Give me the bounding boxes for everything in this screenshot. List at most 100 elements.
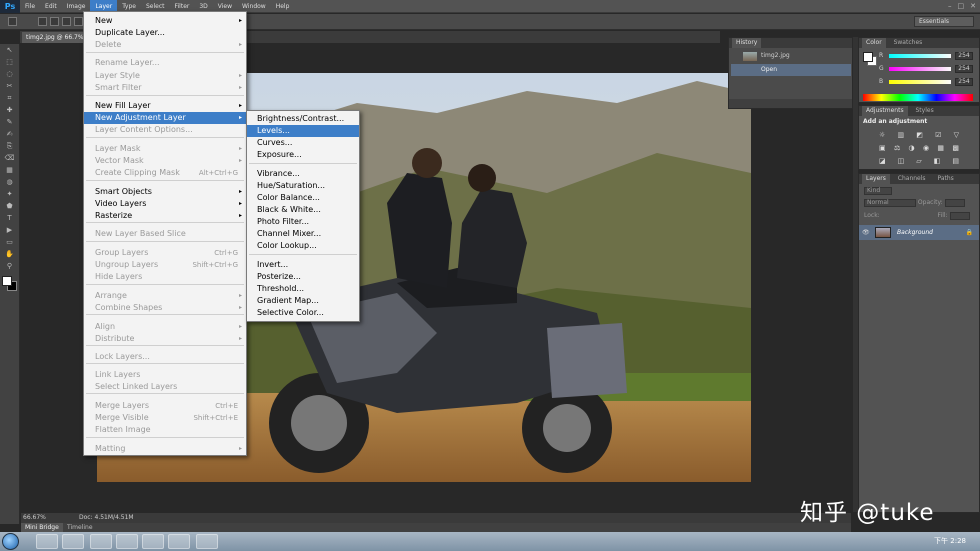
app-icon[interactable] bbox=[196, 534, 218, 549]
tab-channels[interactable]: Channels bbox=[894, 174, 930, 184]
adjustment-item-hue-saturation[interactable]: Hue/Saturation... bbox=[247, 180, 359, 192]
crop-tool-icon[interactable]: ⌗ bbox=[4, 93, 16, 104]
layer-menu-item-smart-objects[interactable]: Smart Objects ▸ bbox=[84, 186, 246, 198]
layer-menu-item-new-adjustment-layer[interactable]: New Adjustment Layer ▸ bbox=[84, 112, 246, 124]
blue-slider[interactable]: B 254 bbox=[879, 78, 979, 86]
channel-mixer-adj-icon[interactable]: ▦ bbox=[937, 144, 944, 153]
zoom-level[interactable]: 66.67% bbox=[23, 513, 46, 523]
close-icon[interactable]: ✕ bbox=[970, 2, 976, 10]
brightness-adj-icon[interactable]: ☼ bbox=[879, 131, 885, 140]
tab-timeline[interactable]: Timeline bbox=[63, 523, 97, 532]
brush-tool-icon[interactable]: ✍ bbox=[4, 129, 16, 140]
tab-color[interactable]: Color bbox=[862, 38, 886, 48]
tab-paths[interactable]: Paths bbox=[933, 174, 957, 184]
hue-saturation-adj-icon[interactable]: ▣ bbox=[879, 144, 886, 153]
adjustment-item-brightness-contrast[interactable]: Brightness/Contrast... bbox=[247, 113, 359, 125]
intersect-selection-icon[interactable] bbox=[74, 17, 83, 26]
quick-select-tool-icon[interactable]: ✂ bbox=[4, 81, 16, 92]
photoshop-app-icon[interactable] bbox=[168, 534, 190, 549]
tab-mini-bridge[interactable]: Mini Bridge bbox=[21, 523, 63, 532]
blur-tool-icon[interactable]: ◍ bbox=[4, 177, 16, 188]
adjustment-item-photo-filter[interactable]: Photo Filter... bbox=[247, 216, 359, 228]
blend-mode-select[interactable]: Normal bbox=[864, 198, 916, 207]
layer-menu-item-rasterize[interactable]: Rasterize ▸ bbox=[84, 210, 246, 222]
blue-bar[interactable] bbox=[889, 80, 951, 84]
adjustment-item-color-balance[interactable]: Color Balance... bbox=[247, 192, 359, 204]
eyedropper-tool-icon[interactable]: ✚ bbox=[4, 105, 16, 116]
workspace-switcher[interactable]: Essentials bbox=[914, 16, 974, 27]
curves-adj-icon[interactable]: ◩ bbox=[916, 131, 923, 140]
adjustment-item-exposure[interactable]: Exposure... bbox=[247, 149, 359, 161]
marquee-tool-icon[interactable]: ⬚ bbox=[4, 57, 16, 68]
healing-brush-tool-icon[interactable]: ✎ bbox=[4, 117, 16, 128]
shape-tool-icon[interactable]: ▭ bbox=[4, 237, 16, 248]
exposure-adj-icon[interactable]: ☑ bbox=[935, 131, 941, 140]
tab-styles[interactable]: Styles bbox=[912, 106, 938, 116]
opacity-input[interactable] bbox=[944, 198, 965, 207]
layer-kind-select[interactable]: Kind bbox=[864, 186, 892, 195]
foreground-background-colors[interactable] bbox=[1, 276, 18, 292]
new-selection-icon[interactable] bbox=[38, 17, 47, 26]
menu-edit[interactable]: Edit bbox=[40, 0, 62, 13]
tab-history[interactable]: History bbox=[732, 38, 762, 48]
history-snapshot[interactable]: timg2.jpg bbox=[731, 50, 851, 62]
adjustment-item-channel-mixer[interactable]: Channel Mixer... bbox=[247, 228, 359, 240]
red-bar[interactable] bbox=[889, 54, 951, 58]
explorer-app-icon[interactable] bbox=[36, 534, 58, 549]
adjustment-item-posterize[interactable]: Posterize... bbox=[247, 271, 359, 283]
gradient-map-adj-icon[interactable]: ◧ bbox=[934, 157, 941, 166]
minimize-icon[interactable]: – bbox=[948, 2, 952, 10]
selective-color-adj-icon[interactable]: ▤ bbox=[952, 157, 959, 166]
red-value[interactable]: 254 bbox=[955, 52, 973, 60]
color-spectrum[interactable] bbox=[863, 94, 973, 101]
visibility-eye-icon[interactable]: 👁 bbox=[862, 225, 870, 240]
menu-file[interactable]: File bbox=[20, 0, 40, 13]
browser-app-icon[interactable] bbox=[90, 534, 112, 549]
tab-adjustments[interactable]: Adjustments bbox=[862, 106, 908, 116]
chrome-app-icon[interactable] bbox=[62, 534, 84, 549]
layer-menu-item-duplicate-layer[interactable]: Duplicate Layer... bbox=[84, 27, 246, 39]
layer-menu-item-new[interactable]: New ▸ bbox=[84, 15, 246, 27]
threshold-adj-icon[interactable]: ▱ bbox=[916, 157, 921, 166]
green-value[interactable]: 254 bbox=[955, 65, 973, 73]
levels-adj-icon[interactable]: ▥ bbox=[897, 131, 904, 140]
black-white-adj-icon[interactable]: ◑ bbox=[909, 144, 915, 153]
type-tool-icon[interactable]: T bbox=[4, 213, 16, 224]
photo-filter-adj-icon[interactable]: ◉ bbox=[923, 144, 929, 153]
green-slider[interactable]: G 254 bbox=[879, 65, 979, 73]
layer-menu-item-new-fill-layer[interactable]: New Fill Layer ▸ bbox=[84, 100, 246, 112]
folder-app-icon[interactable] bbox=[116, 534, 138, 549]
maximize-icon[interactable]: □ bbox=[958, 2, 965, 10]
hand-tool-icon[interactable]: ✋ bbox=[4, 249, 16, 260]
adjustment-item-levels[interactable]: Levels... bbox=[247, 125, 359, 137]
adjustment-item-vibrance[interactable]: Vibrance... bbox=[247, 168, 359, 180]
posterize-adj-icon[interactable]: ◫ bbox=[898, 157, 905, 166]
start-button-icon[interactable] bbox=[2, 533, 19, 550]
vibrance-adj-icon[interactable]: ▽ bbox=[954, 131, 959, 140]
fill-input[interactable] bbox=[949, 211, 970, 220]
menu-help[interactable]: Help bbox=[271, 0, 295, 13]
blue-value[interactable]: 254 bbox=[955, 78, 973, 86]
history-state-open[interactable]: Open bbox=[731, 64, 851, 76]
path-select-tool-icon[interactable]: ▶ bbox=[4, 225, 16, 236]
tab-layers[interactable]: Layers bbox=[862, 174, 890, 184]
adjustment-item-selective-color[interactable]: Selective Color... bbox=[247, 307, 359, 319]
clone-stamp-tool-icon[interactable]: ⎘ bbox=[4, 141, 16, 152]
adjustment-item-curves[interactable]: Curves... bbox=[247, 137, 359, 149]
adjustment-item-color-lookup[interactable]: Color Lookup... bbox=[247, 240, 359, 252]
color-fg-swatch[interactable] bbox=[863, 52, 873, 62]
media-app-icon[interactable] bbox=[142, 534, 164, 549]
foreground-color-swatch[interactable] bbox=[1, 276, 12, 286]
subtract-selection-icon[interactable] bbox=[62, 17, 71, 26]
add-selection-icon[interactable] bbox=[50, 17, 59, 26]
dodge-tool-icon[interactable]: ✦ bbox=[4, 189, 16, 200]
adjustment-item-invert[interactable]: Invert... bbox=[247, 259, 359, 271]
red-slider[interactable]: R 254 bbox=[879, 52, 979, 60]
layer-background[interactable]: 👁 Background 🔒 bbox=[859, 225, 979, 240]
tab-swatches[interactable]: Swatches bbox=[890, 38, 927, 48]
adjustment-item-gradient-map[interactable]: Gradient Map... bbox=[247, 295, 359, 307]
color-balance-adj-icon[interactable]: ⚖ bbox=[894, 144, 900, 153]
tool-preset-icon[interactable] bbox=[8, 17, 17, 26]
color-lookup-adj-icon[interactable]: ▩ bbox=[952, 144, 959, 153]
lasso-tool-icon[interactable]: ◌ bbox=[4, 69, 16, 80]
